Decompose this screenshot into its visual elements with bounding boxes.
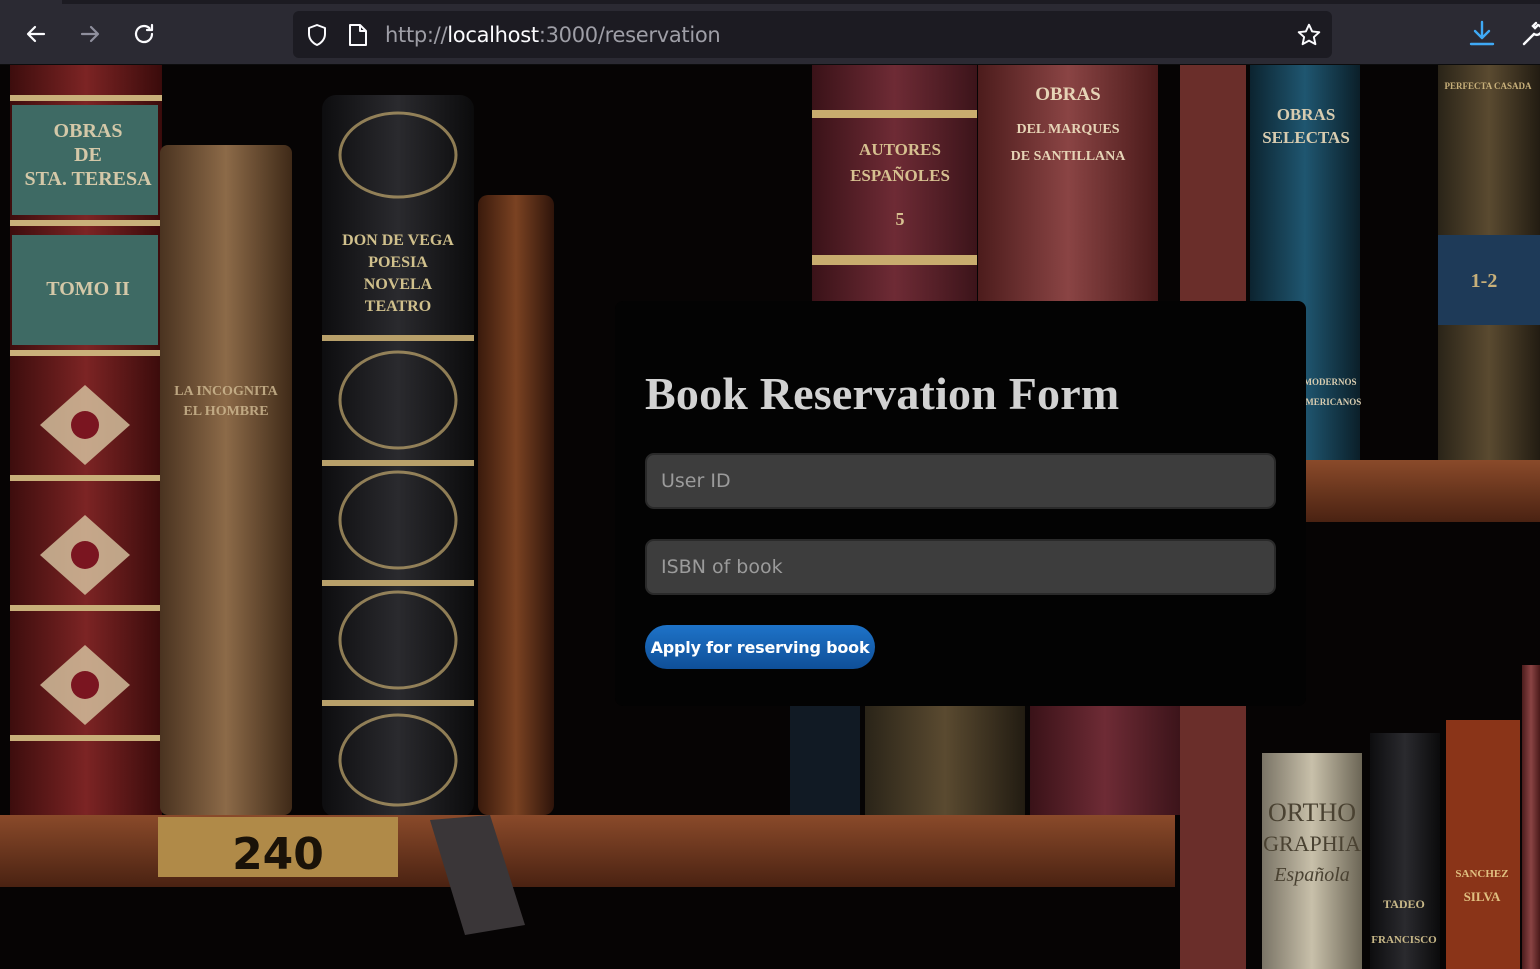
book-spine <box>478 195 554 815</box>
star-icon[interactable] <box>1296 22 1322 48</box>
shelf-label: 240 <box>232 829 324 880</box>
spine-text: EL HOMBRE <box>183 404 268 419</box>
book-spine <box>1262 753 1362 969</box>
page-icon[interactable] <box>347 23 369 47</box>
back-icon <box>26 25 46 43</box>
reservation-form-card: Book Reservation Form Apply for reservin… <box>615 301 1306 706</box>
reload-button[interactable] <box>126 16 162 52</box>
form-title: Book Reservation Form <box>645 368 1120 419</box>
spine-text: GRAPHIA <box>1263 831 1361 856</box>
spine-text: OBRAS <box>54 120 123 142</box>
isbn-input[interactable] <box>645 539 1276 595</box>
spine-text: ESPAÑOLES <box>850 166 950 185</box>
spine-text: TOMO II <box>46 278 130 300</box>
shield-icon[interactable] <box>305 23 329 47</box>
download-icon[interactable] <box>1466 18 1498 50</box>
spine-text: AUTORES <box>859 140 941 159</box>
spine-text: TEATRO <box>365 298 431 315</box>
book-spine <box>322 95 474 817</box>
shelf-plank <box>1306 460 1540 522</box>
spine-text: OBRAS <box>1035 84 1100 105</box>
spine-text: MODERNOS <box>1303 377 1356 387</box>
spine-text: FRANCISCO <box>1371 934 1437 946</box>
book-spine <box>1446 720 1520 969</box>
spine-text: 1-2 <box>1471 270 1498 292</box>
address-bar[interactable]: http://localhost:3000/reservation <box>293 11 1332 58</box>
spine-text: LA INCOGNITA <box>174 384 278 399</box>
spine-text: 5 <box>896 209 905 229</box>
url-text[interactable]: http://localhost:3000/reservation <box>385 23 721 47</box>
spine-text: OBRAS <box>1277 105 1336 124</box>
spine-text: SILVA <box>1464 889 1501 904</box>
book-spine <box>160 145 292 815</box>
apply-reservation-button[interactable]: Apply for reserving book <box>645 625 875 669</box>
user-id-input[interactable] <box>645 453 1276 509</box>
url-host: localhost <box>447 23 539 47</box>
spine-text: SANCHEZ <box>1455 868 1508 880</box>
spine-text: DE <box>74 144 102 166</box>
forward-button[interactable] <box>72 16 108 52</box>
spine-text: DON DE VEGA <box>342 232 454 249</box>
spine-text: Española <box>1273 864 1350 886</box>
url-path: :3000/reservation <box>538 23 721 47</box>
back-button[interactable] <box>18 16 54 52</box>
spine-text: ORTHO <box>1268 798 1356 827</box>
spine-text: NOVELA <box>364 276 433 293</box>
spine-text: STA. TERESA <box>24 168 152 190</box>
spine-text: DE SANTILLANA <box>1011 149 1127 164</box>
spine-text: AMERICANOS <box>1299 397 1362 407</box>
spine-text: SELECTAS <box>1262 128 1350 147</box>
spine-text: POESIA <box>368 254 428 271</box>
forward-icon <box>80 25 100 43</box>
tab-strip-edge <box>62 0 1540 4</box>
spine-text: TADEO <box>1383 897 1425 911</box>
spine-text: PERFECTA CASADA <box>1444 81 1532 91</box>
browser-toolbar: http://localhost:3000/reservation <box>0 0 1540 65</box>
wrench-icon[interactable] <box>1520 18 1540 48</box>
reload-icon <box>134 23 154 44</box>
url-scheme: http:// <box>385 23 448 47</box>
spine-text: DEL MARQUES <box>1016 122 1119 137</box>
